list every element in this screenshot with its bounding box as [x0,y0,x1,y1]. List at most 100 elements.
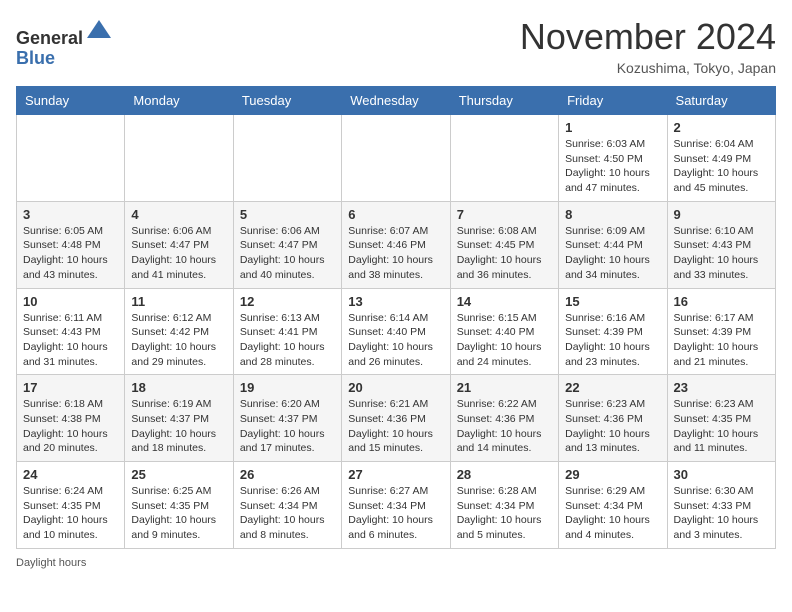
day-number: 11 [131,294,226,309]
calendar-cell: 16 Sunrise: 6:17 AM Sunset: 4:39 PM Dayli… [667,288,775,375]
day-info: Sunrise: 6:07 AM Sunset: 4:46 PM Dayligh… [348,224,443,283]
calendar-week-3: 17 Sunrise: 6:18 AM Sunset: 4:38 PM Dayli… [17,375,776,462]
calendar-cell: 27 Sunrise: 6:27 AM Sunset: 4:34 PM Dayli… [342,462,450,549]
calendar-cell: 13 Sunrise: 6:14 AM Sunset: 4:40 PM Dayli… [342,288,450,375]
calendar-cell [233,115,341,202]
day-info: Sunrise: 6:16 AM Sunset: 4:39 PM Dayligh… [565,311,660,370]
calendar-cell: 20Sunrise: 6:21 AM Sunset: 4:36 PM Dayli… [342,375,450,462]
calendar-cell: 15 Sunrise: 6:16 AM Sunset: 4:39 PM Dayli… [559,288,667,375]
day-number: 4 [131,207,226,222]
calendar-cell: 17 Sunrise: 6:18 AM Sunset: 4:38 PM Dayli… [17,375,125,462]
day-info: Sunrise: 6:05 AM Sunset: 4:48 PM Dayligh… [23,224,118,283]
day-number: 10 [23,294,118,309]
day-info: Sunrise: 6:21 AM Sunset: 4:36 PM Dayligh… [348,397,443,456]
day-number: 29 [565,467,660,482]
day-number: 18 [131,380,226,395]
day-number: 28 [457,467,552,482]
weekday-header-sunday: Sunday [17,87,125,115]
day-info: Sunrise: 6:09 AM Sunset: 4:44 PM Dayligh… [565,224,660,283]
day-info: Sunrise: 6:27 AM Sunset: 4:34 PM Dayligh… [348,484,443,543]
day-info: Sunrise: 6:15 AM Sunset: 4:40 PM Dayligh… [457,311,552,370]
day-number: 25 [131,467,226,482]
day-number: 13 [348,294,443,309]
logo-icon [85,16,113,44]
day-number: 27 [348,467,443,482]
calendar-week-1: 3Sunrise: 6:05 AM Sunset: 4:48 PM Daylig… [17,201,776,288]
calendar-cell: 29Sunrise: 6:29 AM Sunset: 4:34 PM Dayli… [559,462,667,549]
day-number: 7 [457,207,552,222]
calendar-cell: 12 Sunrise: 6:13 AM Sunset: 4:41 PM Dayli… [233,288,341,375]
footer: Daylight hours [16,557,776,569]
calendar-header-row: SundayMondayTuesdayWednesdayThursdayFrid… [17,87,776,115]
calendar-cell [450,115,558,202]
calendar-cell [125,115,233,202]
calendar-body: 1 Sunrise: 6:03 AM Sunset: 4:50 PM Daylig… [17,115,776,549]
day-info: Sunrise: 6:30 AM Sunset: 4:33 PM Dayligh… [674,484,769,543]
calendar-cell: 8 Sunrise: 6:09 AM Sunset: 4:44 PM Daylig… [559,201,667,288]
logo-general: General [16,28,83,48]
weekday-header-tuesday: Tuesday [233,87,341,115]
footer-text: Daylight hours [16,557,86,569]
day-info: Sunrise: 6:20 AM Sunset: 4:37 PM Dayligh… [240,397,335,456]
calendar-cell: 2Sunrise: 6:04 AM Sunset: 4:49 PM Daylig… [667,115,775,202]
day-number: 1 [565,120,660,135]
calendar-cell: 10 Sunrise: 6:11 AM Sunset: 4:43 PM Dayli… [17,288,125,375]
calendar-cell: 30 Sunrise: 6:30 AM Sunset: 4:33 PM Dayli… [667,462,775,549]
day-info: Sunrise: 6:13 AM Sunset: 4:41 PM Dayligh… [240,311,335,370]
day-number: 6 [348,207,443,222]
calendar-cell: 6 Sunrise: 6:07 AM Sunset: 4:46 PM Daylig… [342,201,450,288]
calendar-cell: 4 Sunrise: 6:06 AM Sunset: 4:47 PM Daylig… [125,201,233,288]
day-info: Sunrise: 6:26 AM Sunset: 4:34 PM Dayligh… [240,484,335,543]
day-info: Sunrise: 6:12 AM Sunset: 4:42 PM Dayligh… [131,311,226,370]
calendar-table: SundayMondayTuesdayWednesdayThursdayFrid… [16,86,776,549]
day-info: Sunrise: 6:10 AM Sunset: 4:43 PM Dayligh… [674,224,769,283]
day-info: Sunrise: 6:11 AM Sunset: 4:43 PM Dayligh… [23,311,118,370]
day-info: Sunrise: 6:18 AM Sunset: 4:38 PM Dayligh… [23,397,118,456]
day-number: 24 [23,467,118,482]
weekday-header-monday: Monday [125,87,233,115]
calendar-week-2: 10 Sunrise: 6:11 AM Sunset: 4:43 PM Dayli… [17,288,776,375]
logo-text: General Blue [16,16,113,69]
calendar-cell: 19 Sunrise: 6:20 AM Sunset: 4:37 PM Dayli… [233,375,341,462]
day-number: 17 [23,380,118,395]
calendar-cell: 25Sunrise: 6:25 AM Sunset: 4:35 PM Dayli… [125,462,233,549]
day-info: Sunrise: 6:28 AM Sunset: 4:34 PM Dayligh… [457,484,552,543]
day-number: 21 [457,380,552,395]
day-number: 16 [674,294,769,309]
day-number: 19 [240,380,335,395]
day-info: Sunrise: 6:23 AM Sunset: 4:35 PM Dayligh… [674,397,769,456]
day-info: Sunrise: 6:23 AM Sunset: 4:36 PM Dayligh… [565,397,660,456]
day-number: 14 [457,294,552,309]
weekday-header-thursday: Thursday [450,87,558,115]
day-info: Sunrise: 6:19 AM Sunset: 4:37 PM Dayligh… [131,397,226,456]
title-block: November 2024 Kozushima, Tokyo, Japan [520,16,776,76]
day-number: 8 [565,207,660,222]
day-number: 2 [674,120,769,135]
calendar-cell: 14 Sunrise: 6:15 AM Sunset: 4:40 PM Dayli… [450,288,558,375]
day-number: 23 [674,380,769,395]
page-header: General Blue November 2024 Kozushima, To… [16,16,776,76]
calendar-cell [342,115,450,202]
calendar-cell: 1 Sunrise: 6:03 AM Sunset: 4:50 PM Daylig… [559,115,667,202]
day-info: Sunrise: 6:06 AM Sunset: 4:47 PM Dayligh… [131,224,226,283]
day-info: Sunrise: 6:03 AM Sunset: 4:50 PM Dayligh… [565,137,660,196]
calendar-cell: 3Sunrise: 6:05 AM Sunset: 4:48 PM Daylig… [17,201,125,288]
logo: General Blue [16,16,113,69]
logo-blue: Blue [16,48,55,68]
day-number: 15 [565,294,660,309]
calendar-cell: 7Sunrise: 6:08 AM Sunset: 4:45 PM Daylig… [450,201,558,288]
day-info: Sunrise: 6:06 AM Sunset: 4:47 PM Dayligh… [240,224,335,283]
day-number: 30 [674,467,769,482]
day-number: 12 [240,294,335,309]
day-info: Sunrise: 6:17 AM Sunset: 4:39 PM Dayligh… [674,311,769,370]
weekday-header-saturday: Saturday [667,87,775,115]
calendar-cell: 18 Sunrise: 6:19 AM Sunset: 4:37 PM Dayli… [125,375,233,462]
weekday-header-wednesday: Wednesday [342,87,450,115]
calendar-cell: 26 Sunrise: 6:26 AM Sunset: 4:34 PM Dayli… [233,462,341,549]
calendar-cell: 24Sunrise: 6:24 AM Sunset: 4:35 PM Dayli… [17,462,125,549]
day-number: 26 [240,467,335,482]
calendar-cell: 22Sunrise: 6:23 AM Sunset: 4:36 PM Dayli… [559,375,667,462]
calendar-week-4: 24Sunrise: 6:24 AM Sunset: 4:35 PM Dayli… [17,462,776,549]
calendar-week-0: 1 Sunrise: 6:03 AM Sunset: 4:50 PM Daylig… [17,115,776,202]
day-info: Sunrise: 6:14 AM Sunset: 4:40 PM Dayligh… [348,311,443,370]
